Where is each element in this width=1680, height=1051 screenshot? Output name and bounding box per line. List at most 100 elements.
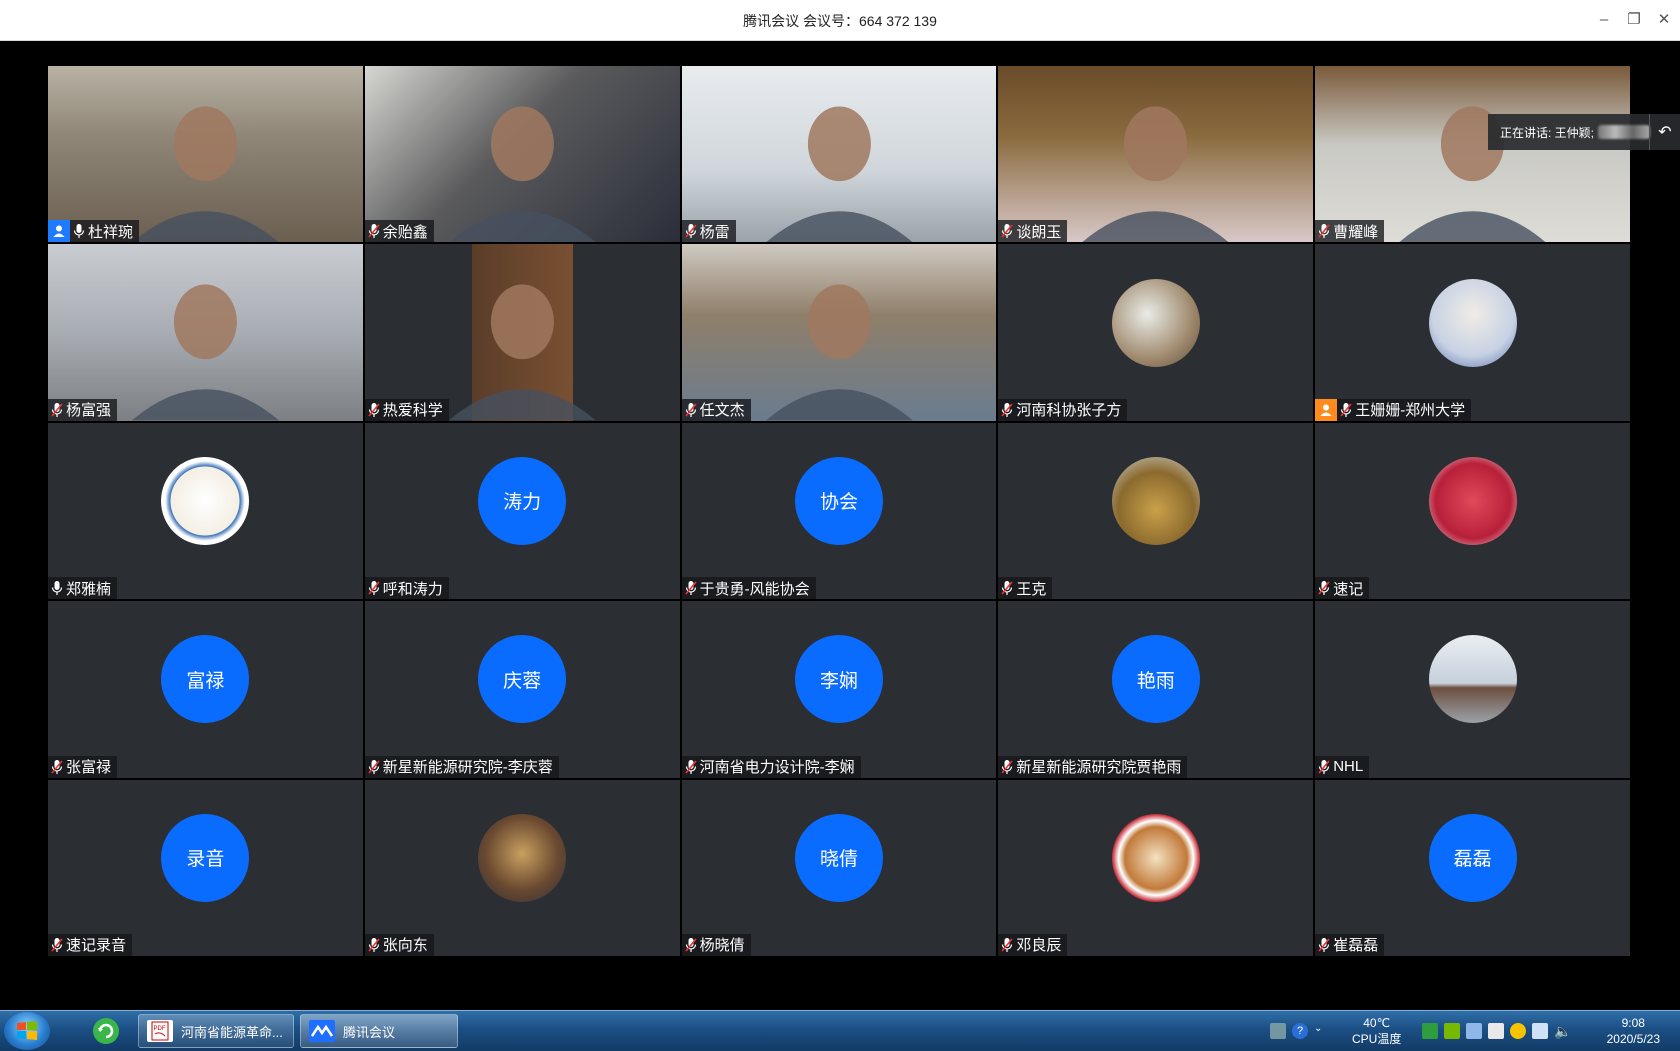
participant-tile[interactable]: 邓良辰 <box>998 779 1314 956</box>
mic-muted-icon[interactable] <box>1317 580 1331 596</box>
avatar-initials: 庆蓉 <box>478 635 567 724</box>
network-icon[interactable] <box>1532 1023 1548 1039</box>
mic-muted-icon[interactable] <box>1000 759 1014 775</box>
participant-tile[interactable]: 曹耀峰 <box>1315 66 1630 243</box>
mic-muted-icon[interactable] <box>1000 580 1014 596</box>
collapse-icon[interactable]: ↶ <box>1649 114 1680 150</box>
window-title: 腾讯会议 会议号：664 372 139 <box>743 13 937 29</box>
participant-name-bar: 河南科协张子方 <box>998 398 1128 421</box>
participant-tile[interactable]: 涛力 呼和涛力 <box>364 422 680 600</box>
update-icon[interactable] <box>1510 1023 1526 1039</box>
mic-muted-icon[interactable] <box>50 937 64 953</box>
mic-muted-icon[interactable] <box>1317 759 1331 775</box>
quick-launch-app-icon[interactable] <box>80 1014 132 1048</box>
avatar-image <box>478 813 567 902</box>
participant-tile[interactable]: 速记 <box>1315 422 1630 600</box>
system-clock[interactable]: 9:08 2020/5/23 <box>1607 1015 1660 1047</box>
mic-muted-icon[interactable] <box>367 759 381 775</box>
avatar-image <box>1428 635 1517 724</box>
mic-muted-icon[interactable] <box>50 402 64 418</box>
participant-tile[interactable]: 谈朗玉 <box>998 66 1314 243</box>
participant-tile[interactable]: 王克 <box>998 422 1314 600</box>
network-user-icon[interactable] <box>1466 1023 1482 1039</box>
participant-name: 杨富强 <box>66 402 112 420</box>
participant-tile[interactable]: 张向东 <box>364 779 680 956</box>
mic-muted-icon[interactable] <box>684 937 698 953</box>
participant-name-bar: 张富禄 <box>48 755 118 778</box>
mic-muted-icon[interactable] <box>367 223 381 239</box>
person-silhouette <box>1399 106 1547 243</box>
mic-muted-icon[interactable] <box>1339 402 1353 418</box>
mic-icon[interactable] <box>72 223 86 239</box>
mic-muted-icon[interactable] <box>684 223 698 239</box>
participant-name-bar: 郑雅楠 <box>48 577 118 600</box>
participant-tile[interactable]: 杨富强 <box>48 244 363 421</box>
participant-tile[interactable]: 王姗姗-郑州大学 <box>1315 244 1630 421</box>
mic-muted-icon[interactable] <box>50 759 64 775</box>
mic-muted-icon[interactable] <box>1000 402 1014 418</box>
participant-tile[interactable]: 庆蓉 新星新能源研究院-李庆蓉 <box>364 601 680 778</box>
mic-icon[interactable] <box>50 580 64 596</box>
participant-tile[interactable]: NHL <box>1315 601 1630 778</box>
avatar-initials: 晓倩 <box>794 813 883 902</box>
system-tray: ? ⌄ 40℃ CPU温度 🔈 9:08 2020/5/23 <box>1260 1011 1680 1051</box>
participant-name-bar: 杨雷 <box>681 220 736 243</box>
participant-tile[interactable]: 富禄 张富禄 <box>48 601 363 778</box>
mic-muted-icon[interactable] <box>1317 223 1331 239</box>
participant-name: 杨晓倩 <box>699 937 745 955</box>
participant-grid: 杜祥琬 余贻鑫 杨雷 谈朗玉 曹耀峰杨富强 热爱科学 任文杰 河南科协张子方 王姗姗-郑州大学郑… <box>48 66 1630 956</box>
host-icon <box>48 220 70 243</box>
participant-name: 河南省电力设计院-李娴 <box>699 759 855 777</box>
mic-muted-icon[interactable] <box>1317 937 1331 953</box>
restore-button[interactable]: ❐ <box>1622 8 1646 32</box>
participant-tile[interactable]: 录音 速记录音 <box>48 779 363 956</box>
mic-muted-icon[interactable] <box>1000 937 1014 953</box>
mic-muted-icon[interactable] <box>1000 223 1014 239</box>
mic-muted-icon[interactable] <box>367 402 381 418</box>
participant-tile[interactable]: 磊磊 崔磊磊 <box>1315 779 1630 956</box>
taskbar-task-meeting[interactable]: 腾讯会议 <box>300 1014 458 1048</box>
participant-tile[interactable]: 热爱科学 <box>364 244 680 421</box>
participant-name: 崔磊磊 <box>1333 937 1379 955</box>
speaking-label: 正在讲话: 王仲颖; <box>1500 125 1595 140</box>
avatar-image <box>1428 278 1517 367</box>
keyboard-icon[interactable] <box>1270 1023 1286 1039</box>
participant-tile[interactable]: 郑雅楠 <box>48 422 363 600</box>
participant-tile[interactable]: 晓倩杨晓倩 <box>681 779 997 956</box>
participant-name: 新星新能源研究院贾艳雨 <box>1016 759 1182 777</box>
participant-tile[interactable]: 杨雷 <box>681 66 997 243</box>
participant-name: 于贵勇-风能协会 <box>699 580 810 598</box>
minimize-button[interactable]: – <box>1592 8 1616 32</box>
taskbar-task-pdf[interactable]: PDF 河南省能源革命... <box>138 1014 294 1048</box>
participant-name: 王克 <box>1016 580 1047 598</box>
volume-icon[interactable]: 🔈 <box>1554 1023 1571 1039</box>
mic-muted-icon[interactable] <box>367 937 381 953</box>
participant-name: 余贻鑫 <box>382 223 428 241</box>
participant-video <box>364 66 680 243</box>
mic-muted-icon[interactable] <box>684 759 698 775</box>
participant-tile[interactable]: 协会 于贵勇-风能协会 <box>681 422 997 600</box>
nvidia-icon[interactable] <box>1444 1023 1460 1039</box>
speaker-app-icon[interactable] <box>1422 1023 1438 1039</box>
participant-tile[interactable]: 河南科协张子方 <box>998 244 1314 421</box>
close-button[interactable]: ✕ <box>1652 8 1676 32</box>
cohost-icon <box>1315 398 1338 421</box>
person-silhouette <box>765 106 913 243</box>
action-center-flag-icon[interactable] <box>1488 1023 1504 1039</box>
person-silhouette <box>131 284 279 421</box>
participant-tile[interactable]: 余贻鑫 <box>364 66 680 243</box>
participant-name: 杨雷 <box>699 223 730 241</box>
participant-name: 邓良辰 <box>1016 937 1062 955</box>
taskbar-task-label: 腾讯会议 <box>343 1024 396 1040</box>
mic-muted-icon[interactable] <box>367 580 381 596</box>
participant-tile[interactable]: 杜祥琬 <box>48 66 363 243</box>
participant-name-bar: 杨晓倩 <box>681 933 751 956</box>
participant-tile[interactable]: 李娴 河南省电力设计院-李娴 <box>681 601 997 778</box>
help-icon[interactable]: ? <box>1292 1023 1308 1039</box>
start-button[interactable] <box>4 1012 50 1050</box>
participant-tile[interactable]: 任文杰 <box>681 244 997 421</box>
mic-muted-icon[interactable] <box>684 402 698 418</box>
input-method-icon[interactable]: ⌄ <box>1314 1023 1330 1039</box>
participant-tile[interactable]: 艳雨 新星新能源研究院贾艳雨 <box>998 601 1314 778</box>
mic-muted-icon[interactable] <box>684 580 698 596</box>
